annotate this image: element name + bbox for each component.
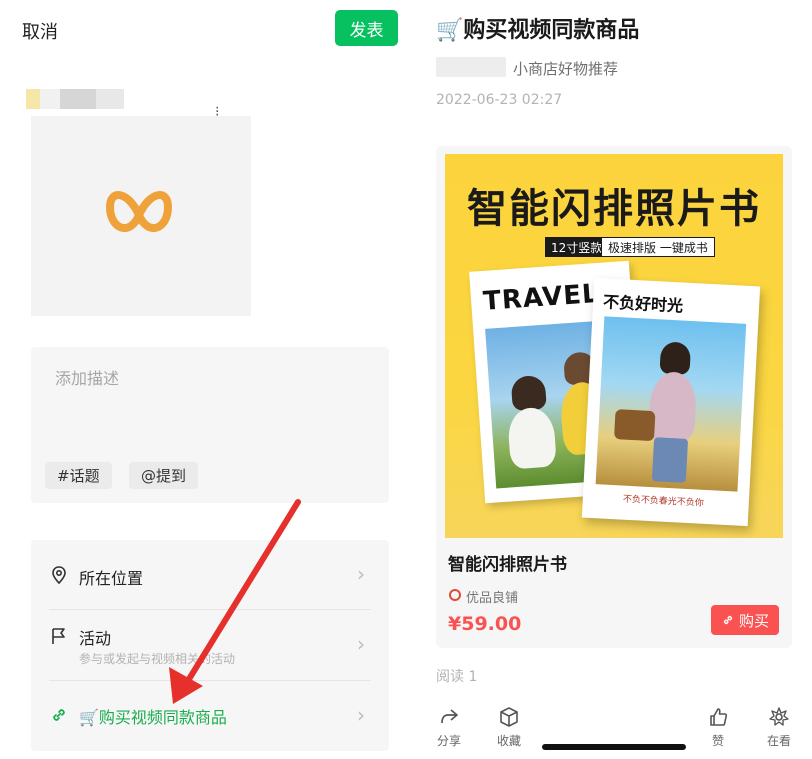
photo-book-good-times: 不负好时光 不负不负春光不负你 [581, 277, 761, 527]
option-activity-label: 活动 [79, 629, 112, 648]
option-location-label: 所在位置 [79, 569, 144, 588]
product-image[interactable]: 智能闪排照片书 12寸竖款 极速排版 一键成书 TRAVEL 不负好时光 不负不… [445, 154, 783, 538]
blurred-author-name [26, 89, 124, 109]
favorite-button[interactable]: 收藏 [484, 706, 534, 749]
buy-button-label: 购买 [738, 611, 769, 630]
book-title: TRAVEL [482, 278, 601, 317]
product-card[interactable]: 智能闪排照片书 12寸竖款 极速排版 一键成书 TRAVEL 不负好时光 不负不… [436, 146, 792, 648]
chevron-right-icon: › [357, 703, 365, 727]
read-count: 阅读 1 [436, 669, 478, 685]
person-head [510, 374, 547, 412]
option-product-label: 🛒购买视频同款商品 [79, 708, 227, 727]
chevron-right-icon: › [357, 562, 365, 586]
options-list: 所在位置 › 活动 参与或发起与视频相关的活动 › 🛒购买视频同款商品 › [31, 540, 389, 751]
option-activity-sublabel: 参与或发起与视频相关的活动 [79, 652, 236, 666]
flower-icon [769, 707, 789, 726]
product-name: 智能闪排照片书 [448, 555, 567, 575]
buy-button[interactable]: 购买 [711, 605, 779, 635]
share-button[interactable]: 分享 [424, 706, 474, 749]
person-jeans [651, 437, 689, 483]
product-price: ¥59.00 [448, 613, 522, 635]
flag-icon [52, 628, 65, 644]
description-input[interactable]: 添加描述 [55, 365, 119, 389]
page-title: 🛒购买视频同款商品 [436, 18, 640, 43]
person-body [506, 406, 557, 470]
box-icon [500, 707, 518, 727]
shop-name[interactable]: 优品良铺 [466, 587, 518, 606]
wow-label: 在看 [766, 734, 791, 748]
product-image-tag: 极速排版 一键成书 [601, 237, 715, 257]
product-image-headline: 智能闪排照片书 [467, 185, 761, 232]
blurred-author-avatar [436, 57, 506, 77]
person-head [659, 341, 692, 375]
link-icon [53, 709, 65, 721]
brand-logo-icon [106, 191, 172, 232]
like-button[interactable]: 赞 [693, 706, 743, 749]
home-indicator[interactable] [542, 744, 686, 750]
remove-media-icon[interactable]: ⁝ [215, 104, 219, 120]
author-name[interactable]: 小商店好物推荐 [513, 58, 618, 79]
share-label: 分享 [436, 734, 461, 748]
article-screen: 🛒购买视频同款商品 小商店好物推荐 2022-06-23 02:27 智能闪排照… [420, 0, 812, 759]
compose-screen: 取消 发表 ⁝ 添加描述 #话题 @提到 所在位置 › 活动 参与或发起与视频相… [0, 0, 420, 759]
description-area[interactable]: 添加描述 #话题 @提到 [31, 347, 389, 503]
publish-button[interactable]: 发表 [335, 10, 398, 46]
shop-icon [449, 589, 461, 601]
chevron-right-icon: › [357, 632, 365, 656]
favorite-label: 收藏 [496, 734, 521, 748]
person-body [647, 370, 698, 444]
thumbs-up-icon [710, 708, 728, 726]
topic-chip[interactable]: #话题 [45, 462, 112, 489]
location-pin-icon [52, 566, 66, 585]
book-title: 不负好时光 [602, 292, 684, 316]
publish-date: 2022-06-23 02:27 [436, 92, 563, 108]
product-image-tag: 12寸竖款 [545, 237, 609, 257]
wow-button[interactable]: 在看 [754, 706, 804, 749]
option-activity[interactable]: 活动 参与或发起与视频相关的活动 › [31, 610, 389, 680]
like-label: 赞 [711, 734, 724, 748]
bottom-action-bar: 分享 收藏 赞 在看 [420, 706, 812, 759]
link-icon [723, 615, 733, 625]
cancel-button[interactable]: 取消 [22, 18, 58, 44]
book-footer: 不负不负春光不负你 [622, 494, 704, 509]
share-icon [441, 709, 458, 724]
flower-basket [613, 409, 656, 442]
media-thumbnail[interactable] [31, 116, 251, 316]
option-product[interactable]: 🛒购买视频同款商品 › [31, 681, 389, 751]
book-photo [595, 316, 747, 492]
mention-chip[interactable]: @提到 [129, 462, 199, 489]
option-location[interactable]: 所在位置 › [31, 540, 389, 610]
